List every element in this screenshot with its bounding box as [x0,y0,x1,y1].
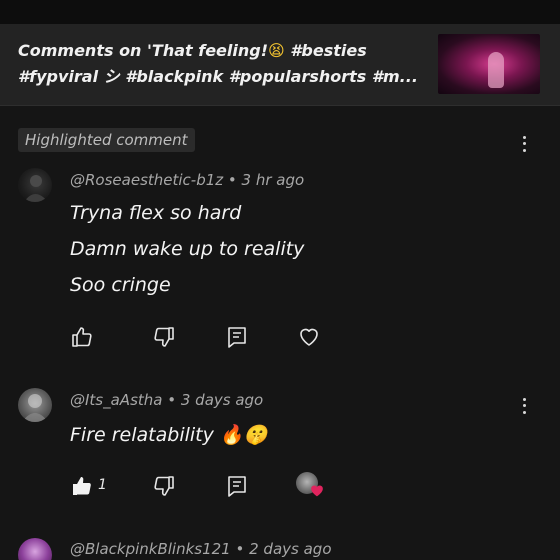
more-vertical-icon[interactable] [517,396,531,416]
video-title-line1: Comments on 'That feeling! [18,41,269,60]
comments-header: Comments on 'That feeling!😫 #besties #fy… [0,24,560,106]
comment-time: 3 days ago [180,391,264,409]
comment-time: 2 days ago [249,540,332,558]
thumbs-up-icon[interactable] [70,474,94,498]
status-bar [0,0,560,24]
comment-text-line: Damn wake up to reality [70,238,305,260]
video-title-tags1: #besties [284,41,367,60]
thumbs-down-icon[interactable] [152,325,176,349]
creator-heart-badge [296,472,326,500]
avatar-image [24,175,48,202]
video-thumbnail[interactable] [438,34,540,94]
comment-meta: @Its_aAstha • 3 days ago [70,391,264,409]
avatar[interactable] [18,168,52,202]
more-vertical-icon[interactable] [517,134,531,154]
avatar[interactable] [18,388,52,422]
highlighted-comment-badge: Highlighted comment [18,128,195,152]
comment-author[interactable]: @Roseaesthetic-b1z [70,171,223,189]
comment-meta: @Roseaesthetic-b1z • 3 hr ago [70,171,305,189]
thumbs-up-icon[interactable] [70,325,94,349]
comment-meta: @BlackpinkBlinks121 • 2 days ago [70,540,332,558]
heart-icon [311,485,323,497]
comment-time: 3 hr ago [241,171,305,189]
thumbs-down-icon[interactable] [152,474,176,498]
comment-author[interactable]: @Its_aAstha [70,391,162,409]
avatar[interactable] [18,538,52,560]
comment-author[interactable]: @BlackpinkBlinks121 [70,540,231,558]
comment-text-line: Soo cringe [70,274,171,296]
comment-text-line: Tryna flex so hard [70,202,242,224]
video-title-line2: #fypviral シ #blackpink #popularshorts #m… [18,67,418,86]
heart-icon[interactable] [297,325,321,349]
avatar-image [22,394,48,422]
reply-icon[interactable] [225,325,249,349]
thumbnail-figure [488,52,504,88]
tired-face-emoji: 😫 [268,41,285,60]
reply-icon[interactable] [225,474,249,498]
like-count: 1 [98,477,107,493]
comment-text-line: Fire relatability 🔥🤫 [70,424,268,446]
video-title[interactable]: Comments on 'That feeling!😫 #besties #fy… [18,38,426,90]
